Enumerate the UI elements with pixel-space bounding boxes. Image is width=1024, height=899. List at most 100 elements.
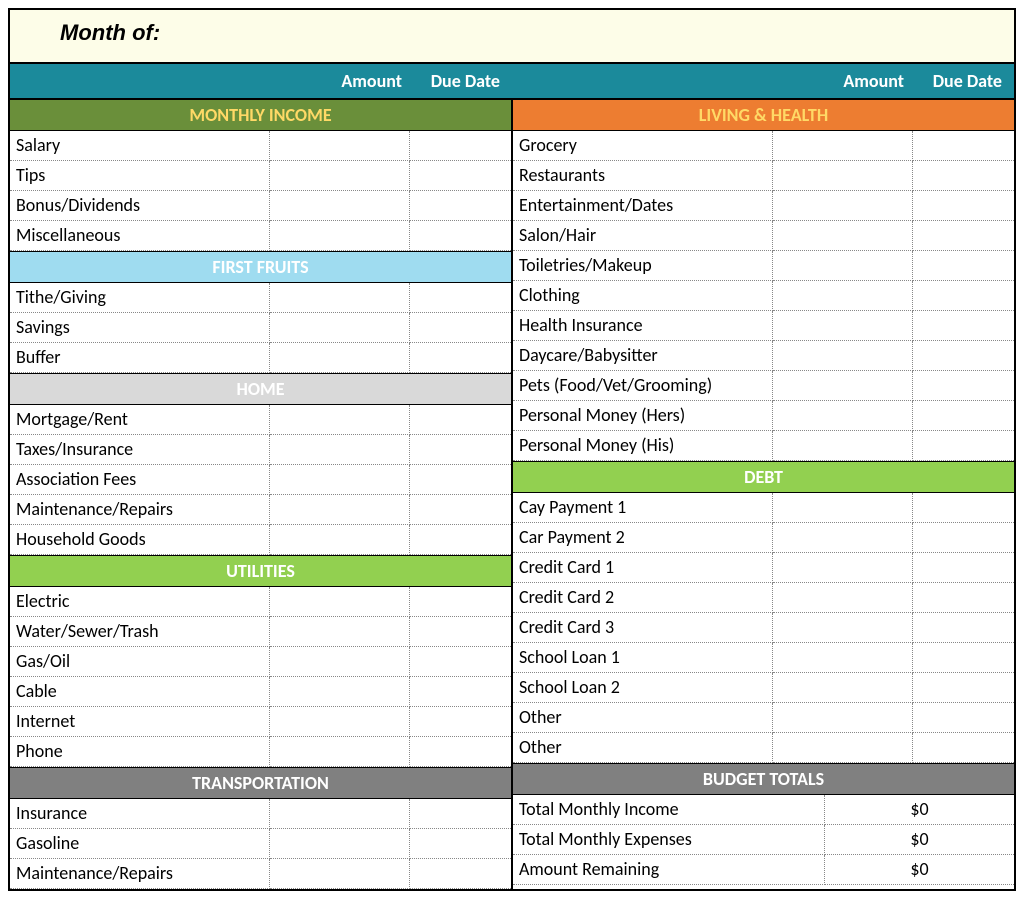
total-label: Total Monthly Expenses — [513, 825, 825, 855]
budget-sheet: Month of: Amount Due Date Amount Due Dat… — [8, 8, 1016, 891]
amount-cell[interactable] — [270, 829, 410, 859]
due-date-cell[interactable] — [410, 587, 511, 617]
due-date-cell[interactable] — [410, 283, 511, 313]
amount-cell[interactable] — [270, 647, 410, 677]
due-date-cell[interactable] — [410, 829, 511, 859]
amount-cell[interactable] — [270, 131, 410, 161]
amount-cell[interactable] — [773, 493, 913, 523]
due-date-cell[interactable] — [913, 371, 1014, 401]
amount-cell[interactable] — [773, 553, 913, 583]
amount-cell[interactable] — [773, 643, 913, 673]
amount-cell[interactable] — [773, 371, 913, 401]
due-date-cell[interactable] — [410, 131, 511, 161]
due-date-cell[interactable] — [410, 405, 511, 435]
due-date-cell[interactable] — [410, 647, 511, 677]
section-header: HOME — [10, 373, 511, 405]
due-date-cell[interactable] — [913, 131, 1014, 161]
amount-cell[interactable] — [773, 401, 913, 431]
due-date-cell[interactable] — [410, 161, 511, 191]
amount-cell[interactable] — [270, 707, 410, 737]
budget-row: Gas/Oil — [10, 647, 511, 677]
budget-row: Salary — [10, 131, 511, 161]
row-label: Water/Sewer/Trash — [10, 617, 270, 647]
budget-row: Cay Payment 1 — [513, 493, 1014, 523]
amount-cell[interactable] — [270, 587, 410, 617]
amount-cell[interactable] — [270, 525, 410, 555]
amount-cell[interactable] — [270, 465, 410, 495]
amount-cell[interactable] — [270, 495, 410, 525]
due-date-cell[interactable] — [913, 583, 1014, 613]
amount-cell[interactable] — [270, 221, 410, 251]
due-date-cell[interactable] — [410, 677, 511, 707]
row-label: Gasoline — [10, 829, 270, 859]
due-date-cell[interactable] — [913, 221, 1014, 251]
amount-cell[interactable] — [270, 405, 410, 435]
amount-cell[interactable] — [773, 311, 913, 341]
due-date-cell[interactable] — [410, 859, 511, 889]
amount-cell[interactable] — [773, 733, 913, 763]
due-date-cell[interactable] — [410, 465, 511, 495]
amount-cell[interactable] — [773, 673, 913, 703]
amount-cell[interactable] — [270, 677, 410, 707]
due-date-cell[interactable] — [410, 435, 511, 465]
due-date-cell[interactable] — [410, 221, 511, 251]
amount-cell[interactable] — [270, 313, 410, 343]
due-date-cell[interactable] — [410, 191, 511, 221]
amount-cell[interactable] — [270, 859, 410, 889]
due-date-cell[interactable] — [410, 343, 511, 373]
due-date-cell[interactable] — [913, 673, 1014, 703]
amount-cell[interactable] — [773, 131, 913, 161]
amount-cell[interactable] — [773, 613, 913, 643]
due-date-cell[interactable] — [410, 707, 511, 737]
amount-cell[interactable] — [773, 523, 913, 553]
amount-cell[interactable] — [773, 161, 913, 191]
budget-row: Personal Money (Hers) — [513, 401, 1014, 431]
budget-row: Internet — [10, 707, 511, 737]
due-date-cell[interactable] — [913, 733, 1014, 763]
amount-cell[interactable] — [270, 799, 410, 829]
amount-cell[interactable] — [270, 343, 410, 373]
due-date-cell[interactable] — [913, 341, 1014, 371]
due-date-cell[interactable] — [410, 617, 511, 647]
section-header: TRANSPORTATION — [10, 767, 511, 799]
row-label: School Loan 2 — [513, 673, 773, 703]
row-label: Electric — [10, 587, 270, 617]
due-date-cell[interactable] — [913, 281, 1014, 311]
due-date-cell[interactable] — [410, 525, 511, 555]
due-date-cell[interactable] — [410, 799, 511, 829]
amount-cell[interactable] — [773, 221, 913, 251]
budget-row: Salon/Hair — [513, 221, 1014, 251]
due-date-cell[interactable] — [913, 251, 1014, 281]
amount-cell[interactable] — [270, 161, 410, 191]
budget-row: Health Insurance — [513, 311, 1014, 341]
due-date-cell[interactable] — [410, 737, 511, 767]
amount-cell[interactable] — [270, 283, 410, 313]
due-date-cell[interactable] — [913, 553, 1014, 583]
amount-cell[interactable] — [773, 703, 913, 733]
due-date-cell[interactable] — [913, 161, 1014, 191]
amount-cell[interactable] — [773, 431, 913, 461]
amount-cell[interactable] — [270, 435, 410, 465]
due-date-cell[interactable] — [913, 191, 1014, 221]
budget-row: Electric — [10, 587, 511, 617]
amount-cell[interactable] — [270, 737, 410, 767]
budget-row: Credit Card 1 — [513, 553, 1014, 583]
due-date-cell[interactable] — [913, 431, 1014, 461]
due-date-cell[interactable] — [913, 493, 1014, 523]
amount-cell[interactable] — [270, 191, 410, 221]
due-date-cell[interactable] — [913, 523, 1014, 553]
amount-cell[interactable] — [773, 341, 913, 371]
due-date-cell[interactable] — [913, 613, 1014, 643]
due-date-cell[interactable] — [913, 703, 1014, 733]
amount-cell[interactable] — [773, 191, 913, 221]
amount-cell[interactable] — [773, 281, 913, 311]
due-date-cell[interactable] — [410, 313, 511, 343]
due-date-cell[interactable] — [913, 311, 1014, 341]
due-date-cell[interactable] — [913, 643, 1014, 673]
due-date-cell[interactable] — [913, 401, 1014, 431]
amount-cell[interactable] — [773, 583, 913, 613]
amount-cell[interactable] — [773, 251, 913, 281]
amount-cell[interactable] — [270, 617, 410, 647]
due-date-cell[interactable] — [410, 495, 511, 525]
section-header: BUDGET TOTALS — [513, 763, 1014, 795]
